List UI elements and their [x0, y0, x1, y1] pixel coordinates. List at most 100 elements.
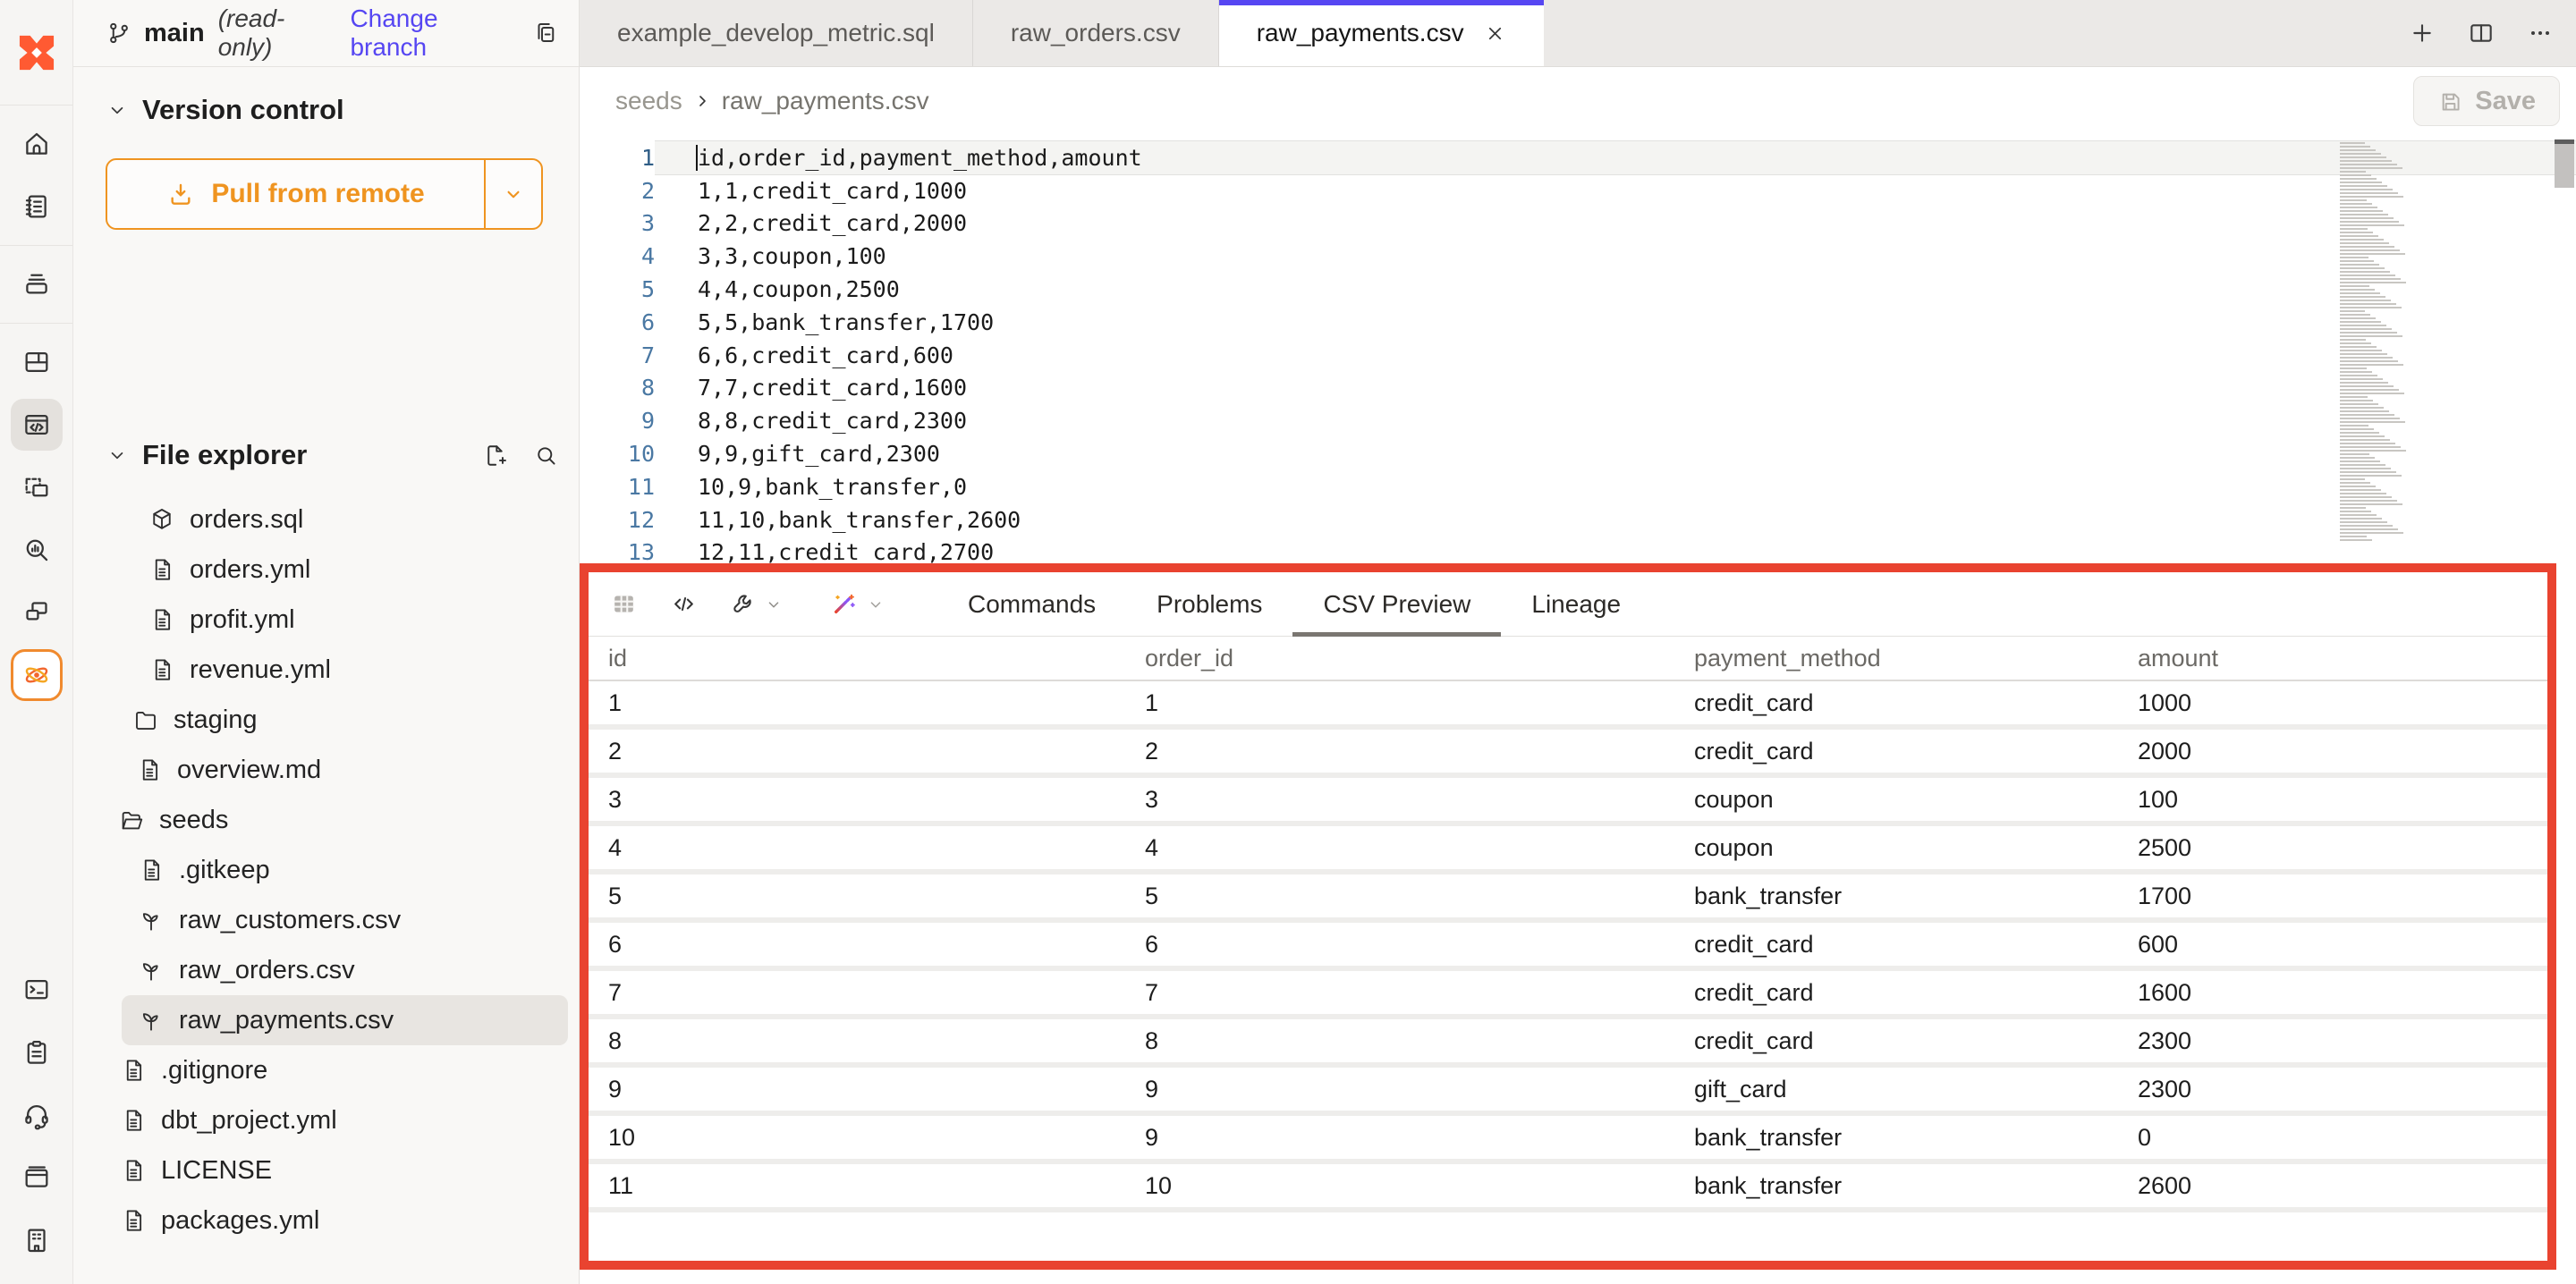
editor-tab[interactable]: raw_payments.csv: [1219, 0, 1544, 66]
file-name: dbt_project.yml: [161, 1106, 337, 1136]
bottom-panel-tab[interactable]: CSV Preview: [1292, 572, 1501, 636]
line-number: 3: [580, 207, 655, 241]
plus-icon: [2408, 19, 2436, 47]
new-tab-button[interactable]: [2408, 19, 2436, 47]
cell-payment-method: bank_transfer: [1694, 1172, 2138, 1200]
rail-button[interactable]: [11, 461, 63, 513]
bottom-panel-tab[interactable]: Commands: [937, 572, 1126, 636]
csv-row: 7 7 credit_card 1600: [589, 971, 2547, 1019]
rail-button[interactable]: [11, 258, 63, 310]
file-tree-item[interactable]: dbt_project.yml: [73, 1095, 579, 1145]
code-editor[interactable]: 1 id,order_id,payment_method,amount 2 1,…: [580, 135, 2576, 563]
rail-button[interactable]: [11, 1214, 63, 1266]
file-tree-item[interactable]: orders.yml: [73, 545, 579, 595]
new-file-button[interactable]: [482, 443, 508, 469]
file-type-icon: [120, 1157, 147, 1184]
rail-button[interactable]: [11, 1152, 63, 1204]
ai-fix-button[interactable]: [816, 580, 900, 629]
rail-button[interactable]: [11, 524, 63, 576]
line-content: 10,9,bank_transfer,0: [655, 470, 2576, 503]
file-name: raw_orders.csv: [179, 956, 355, 985]
file-type-icon: [138, 957, 165, 984]
file-tree-item[interactable]: LICENSE: [73, 1145, 579, 1195]
cell-amount: 2600: [2138, 1172, 2547, 1200]
file-tree-item[interactable]: orders.sql: [73, 494, 579, 545]
line-content: 7,7,credit_card,1600: [655, 372, 2576, 405]
file-tree-item[interactable]: .gitkeep: [73, 845, 579, 895]
close-tab-icon[interactable]: [1484, 22, 1506, 45]
rail-button[interactable]: [11, 964, 63, 1016]
more-options-button[interactable]: [2526, 19, 2555, 47]
save-button[interactable]: Save: [2413, 76, 2560, 126]
file-tree-item[interactable]: revenue.yml: [73, 645, 579, 695]
file-name: overview.md: [177, 756, 321, 785]
bottom-tab-label: CSV Preview: [1323, 590, 1470, 619]
build-options-button[interactable]: [730, 590, 784, 618]
minimap[interactable]: [2340, 142, 2415, 541]
file-type-icon: [148, 606, 175, 633]
file-name: raw_customers.csv: [179, 906, 401, 935]
file-tree-item[interactable]: overview.md: [73, 745, 579, 795]
rail-button[interactable]: [11, 399, 63, 451]
cell-payment-method: coupon: [1694, 786, 2138, 814]
csv-column-header: id: [608, 645, 1145, 672]
file-tree-item[interactable]: raw_customers.csv: [73, 895, 579, 945]
rail-button[interactable]: [11, 1089, 63, 1141]
line-number: 4: [580, 240, 655, 273]
csv-column-header: amount: [2138, 645, 2547, 672]
branch-name: main: [144, 19, 205, 48]
bottom-panel-tab[interactable]: Problems: [1126, 572, 1292, 636]
version-control-header[interactable]: Version control: [106, 94, 543, 126]
line-content: 11,10,bank_transfer,2600: [655, 503, 2576, 536]
editor-line: 11 10,9,bank_transfer,0: [580, 470, 2576, 503]
file-tree-item[interactable]: seeds: [73, 795, 579, 845]
cell-amount: 600: [2138, 931, 2547, 959]
file-explorer-title: File explorer: [142, 439, 307, 471]
editor-tab[interactable]: raw_orders.csv: [973, 0, 1219, 66]
cell-id: 11: [608, 1172, 1145, 1200]
rail-button[interactable]: [11, 587, 63, 638]
file-tree-item[interactable]: packages.yml: [73, 1195, 579, 1246]
split-pane-icon: [2467, 19, 2496, 47]
rail-button[interactable]: [11, 1026, 63, 1078]
copy-branch-button[interactable]: [532, 20, 559, 46]
save-label: Save: [2475, 87, 2536, 116]
breadcrumb-row: seeds raw_payments.csv Save: [580, 67, 2576, 135]
file-tree-item[interactable]: .gitignore: [73, 1045, 579, 1095]
rail-icon: [21, 129, 52, 159]
line-content: 1,1,credit_card,1000: [655, 174, 2576, 207]
cell-order-id: 7: [1145, 979, 1694, 1007]
csv-rows: 1 1 credit_card 1000 2 2 credit_card 200…: [589, 681, 2547, 1212]
search-files-button[interactable]: [533, 443, 559, 469]
line-content: 9,9,gift_card,2300: [655, 437, 2576, 470]
pull-from-remote-button[interactable]: Pull from remote: [106, 158, 543, 230]
breadcrumb-folder: seeds: [615, 87, 682, 115]
file-name: staging: [174, 705, 258, 735]
editor-scrollbar-thumb[interactable]: [2555, 139, 2574, 188]
wrench-icon: [730, 590, 758, 618]
pull-options-button[interactable]: [486, 160, 541, 228]
line-content: 12,11,credit_card,2700: [655, 536, 2576, 563]
line-number: 10: [580, 437, 655, 470]
file-tree-item[interactable]: raw_payments.csv: [122, 995, 568, 1045]
code-view-button[interactable]: [670, 590, 698, 618]
split-editor-button[interactable]: [2467, 19, 2496, 47]
rail-button[interactable]: [11, 336, 63, 388]
bottom-tab-label: Commands: [968, 590, 1096, 619]
rail-button[interactable]: [11, 649, 63, 701]
file-name: raw_payments.csv: [179, 1006, 394, 1035]
file-name: .gitignore: [161, 1056, 267, 1085]
file-explorer-header[interactable]: File explorer: [106, 439, 566, 471]
rail-button[interactable]: [11, 118, 63, 170]
cell-amount: 1600: [2138, 979, 2547, 1007]
file-tree-item[interactable]: raw_orders.csv: [73, 945, 579, 995]
rail-button[interactable]: [11, 181, 63, 232]
bottom-panel-tab[interactable]: Lineage: [1501, 572, 1651, 636]
file-tree-item[interactable]: profit.yml: [73, 595, 579, 645]
bottom-panel-highlighted: CommandsProblemsCSV PreviewLineage idord…: [580, 563, 2556, 1270]
editor-tab[interactable]: example_develop_metric.sql: [580, 0, 973, 66]
file-tree-item[interactable]: staging: [73, 695, 579, 745]
change-branch-link[interactable]: Change branch: [350, 4, 521, 62]
rail-group-top: [11, 106, 63, 245]
table-view-button[interactable]: [610, 590, 638, 618]
